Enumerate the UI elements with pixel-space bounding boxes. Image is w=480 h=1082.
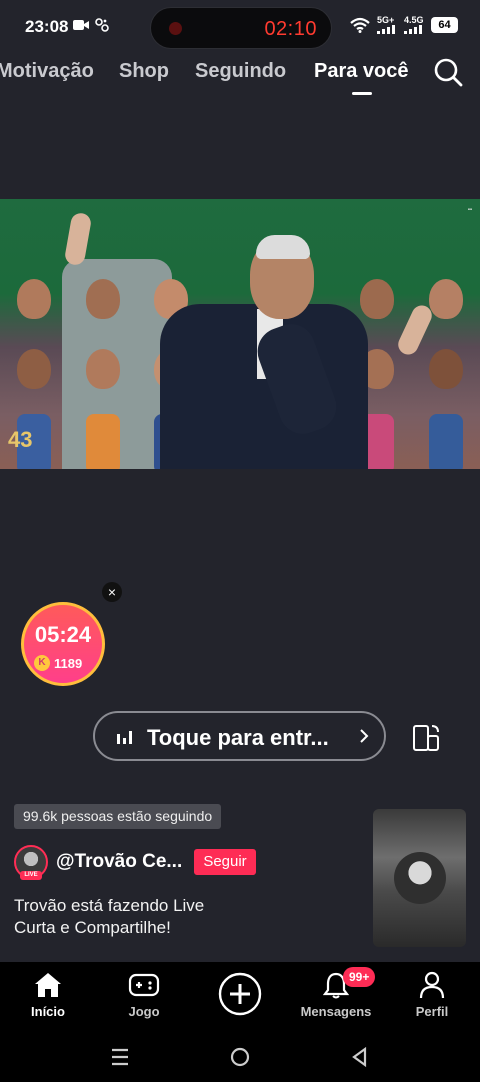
messages-badge: 99+ [343, 967, 376, 987]
follow-button[interactable]: Seguir [194, 849, 256, 875]
coin-icon: K [34, 655, 50, 671]
signal-1: 5G+ [377, 16, 397, 34]
status-right-icons: 5G+ 4.5G 64 [350, 16, 458, 34]
coin-value: 1189 [54, 655, 83, 671]
nav-label-perfil: Perfil [415, 1004, 449, 1019]
host-name[interactable]: @Trovão Ce... [56, 851, 182, 873]
close-countdown-button[interactable]: × [102, 582, 122, 602]
tab-para-voce[interactable]: Para você [314, 60, 409, 83]
thumbnail-avatar [394, 852, 446, 904]
battery-indicator: 64 [431, 17, 458, 33]
nav-item-inicio[interactable]: Início [0, 970, 96, 1019]
network-label-1: 5G+ [377, 15, 395, 25]
home-icon [35, 973, 61, 997]
status-bar: 23:08 02:10 5G+ 4.5G 64 [0, 0, 480, 52]
system-nav-bar [0, 1032, 480, 1082]
enter-live-label: Toque para entr... [147, 725, 329, 750]
chevron-right-icon [360, 729, 369, 743]
description-line-1: Trovão está fazendo Live [14, 896, 205, 915]
tab-motivacao[interactable]: Motivação [0, 60, 94, 83]
speaker-hair [256, 235, 310, 259]
video-camera-icon [73, 20, 89, 30]
nav-label-inicio: Início [31, 1004, 65, 1019]
recents-icon[interactable] [108, 1046, 132, 1068]
live-tag: LIVE [20, 871, 42, 880]
countdown-widget[interactable]: 05:24 K 1189 [21, 602, 105, 686]
coin-count: K 1189 [34, 655, 82, 671]
nav-label-jogo: Jogo [128, 1004, 160, 1019]
nav-item-mensagens[interactable]: 99+ Mensagens [288, 967, 384, 1019]
apps-icon [95, 18, 109, 32]
top-nav: Motivação Shop Seguindo Para você [0, 56, 480, 96]
followers-badge: 99.6k pessoas estão seguindo [14, 804, 222, 829]
network-label-2: 4.5G [404, 15, 424, 25]
status-left-icons [73, 18, 109, 32]
signal-bars-icon [377, 25, 395, 34]
screen-record-pill[interactable]: 02:10 [150, 7, 332, 49]
live-description: Trovão está fazendo Live Curta e Compart… [14, 895, 314, 939]
enter-live-button[interactable]: Toque para entr... [93, 711, 386, 761]
status-time: 23:08 [25, 17, 69, 36]
tab-shop[interactable]: Shop [119, 60, 169, 83]
home-button-icon[interactable] [228, 1046, 252, 1068]
live-video[interactable]: ▪▪ 43 [0, 199, 480, 469]
live-preview-thumbnail[interactable] [373, 809, 466, 947]
anniversary-logo: 43 [8, 427, 33, 452]
record-timer: 02:10 [264, 18, 317, 40]
nav-label-mensagens: Mensagens [300, 1004, 372, 1019]
signal-2: 4.5G [404, 16, 424, 34]
search-icon[interactable] [432, 56, 464, 88]
person-icon [419, 971, 445, 999]
wifi-icon [350, 17, 370, 33]
tv-logo: ▪▪ [467, 207, 472, 213]
record-dot-icon [169, 22, 182, 35]
nav-item-jogo[interactable]: Jogo [96, 970, 192, 1019]
tab-seguindo[interactable]: Seguindo [195, 60, 286, 83]
equalizer-icon [117, 731, 132, 744]
back-icon[interactable] [348, 1046, 372, 1068]
gamepad-icon [128, 973, 160, 997]
countdown-time: 05:24 [34, 622, 92, 647]
rotate-screen-icon[interactable] [410, 722, 442, 754]
bottom-nav: Início Jogo 99+ Mensagens Perfil [0, 962, 480, 1032]
plus-icon [218, 972, 262, 1016]
description-line-2: Curta e Compartilhe! [14, 918, 171, 937]
signal-bars-icon [404, 25, 422, 34]
active-tab-indicator [352, 92, 372, 95]
create-button[interactable] [192, 972, 288, 1016]
nav-item-perfil[interactable]: Perfil [384, 970, 480, 1019]
